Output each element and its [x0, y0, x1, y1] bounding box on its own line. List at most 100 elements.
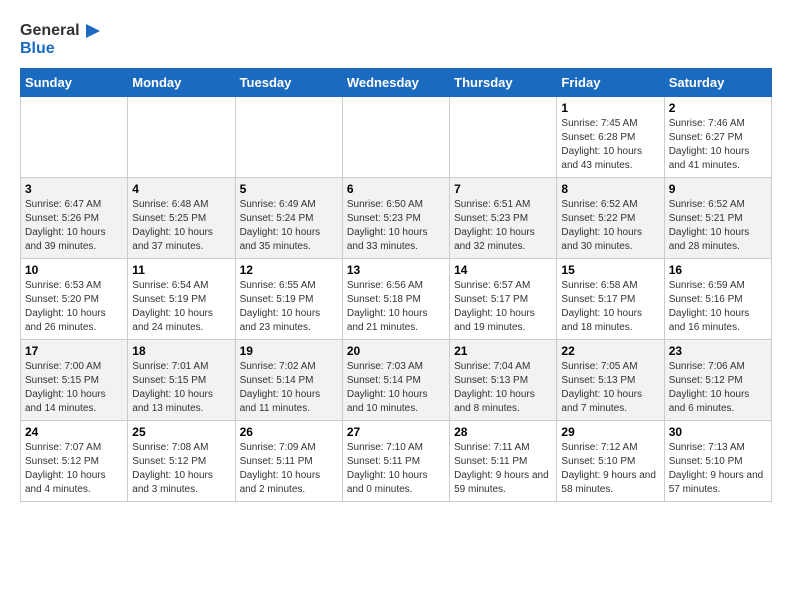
calendar-cell: 12 Sunrise: 6:55 AM Sunset: 5:19 PM Dayli…: [235, 258, 342, 339]
day-number: 20: [347, 344, 445, 358]
day-number: 2: [669, 101, 767, 115]
calendar-cell: 17 Sunrise: 7:00 AM Sunset: 5:15 PM Dayli…: [21, 339, 128, 420]
calendar-week-2: 3 Sunrise: 6:47 AM Sunset: 5:26 PM Daylig…: [21, 177, 772, 258]
calendar-cell: 4Sunrise: 6:48 AM Sunset: 5:25 PM Daylig…: [128, 177, 235, 258]
calendar-cell: [128, 96, 235, 177]
day-info: Sunrise: 7:00 AM Sunset: 5:15 PM Dayligh…: [25, 360, 123, 416]
day-info: Sunrise: 7:03 AM Sunset: 5:14 PM Dayligh…: [347, 360, 445, 416]
day-number: 25: [132, 425, 230, 439]
day-info: Sunrise: 7:45 AM Sunset: 6:28 PM Dayligh…: [561, 117, 659, 173]
day-number: 28: [454, 425, 552, 439]
logo-blue: Blue: [20, 40, 104, 58]
calendar-week-1: 1 Sunrise: 7:45 AM Sunset: 6:28 PM Daylig…: [21, 96, 772, 177]
day-info: Sunrise: 7:07 AM Sunset: 5:12 PM Dayligh…: [25, 441, 123, 497]
day-number: 13: [347, 263, 445, 277]
calendar-cell: 19 Sunrise: 7:02 AM Sunset: 5:14 PM Dayli…: [235, 339, 342, 420]
logo-triangle-icon: [82, 20, 104, 42]
calendar-cell: 23 Sunrise: 7:06 AM Sunset: 5:12 PM Dayli…: [664, 339, 771, 420]
calendar-header-row: SundayMondayTuesdayWednesdayThursdayFrid…: [21, 68, 772, 96]
day-info: Sunrise: 7:02 AM Sunset: 5:14 PM Dayligh…: [240, 360, 338, 416]
day-number: 9: [669, 182, 767, 196]
day-info: Sunrise: 7:08 AM Sunset: 5:12 PM Dayligh…: [132, 441, 230, 497]
day-number: 3: [25, 182, 123, 196]
day-number: 22: [561, 344, 659, 358]
day-info: Sunrise: 6:52 AM Sunset: 5:22 PM Dayligh…: [561, 198, 659, 254]
calendar-cell: 25 Sunrise: 7:08 AM Sunset: 5:12 PM Dayli…: [128, 420, 235, 501]
day-info: Sunrise: 7:12 AM Sunset: 5:10 PM Dayligh…: [561, 441, 659, 497]
day-info: Sunrise: 7:13 AM Sunset: 5:10 PM Dayligh…: [669, 441, 767, 497]
calendar-week-3: 10Sunrise: 6:53 AM Sunset: 5:20 PM Dayli…: [21, 258, 772, 339]
calendar-cell: 22 Sunrise: 7:05 AM Sunset: 5:13 PM Dayli…: [557, 339, 664, 420]
day-header-wednesday: Wednesday: [342, 68, 449, 96]
calendar-cell: [235, 96, 342, 177]
calendar-cell: 24 Sunrise: 7:07 AM Sunset: 5:12 PM Dayli…: [21, 420, 128, 501]
day-info: Sunrise: 6:47 AM Sunset: 5:26 PM Dayligh…: [25, 198, 123, 254]
day-info: Sunrise: 6:55 AM Sunset: 5:19 PM Dayligh…: [240, 279, 338, 335]
day-number: 16: [669, 263, 767, 277]
day-number: 4: [132, 182, 230, 196]
day-info: Sunrise: 7:10 AM Sunset: 5:11 PM Dayligh…: [347, 441, 445, 497]
calendar-cell: 20 Sunrise: 7:03 AM Sunset: 5:14 PM Dayli…: [342, 339, 449, 420]
calendar-cell: 30 Sunrise: 7:13 AM Sunset: 5:10 PM Dayli…: [664, 420, 771, 501]
day-number: 29: [561, 425, 659, 439]
calendar-cell: 11Sunrise: 6:54 AM Sunset: 5:19 PM Dayli…: [128, 258, 235, 339]
day-info: Sunrise: 6:54 AM Sunset: 5:19 PM Dayligh…: [132, 279, 230, 335]
day-number: 27: [347, 425, 445, 439]
day-header-saturday: Saturday: [664, 68, 771, 96]
day-info: Sunrise: 6:57 AM Sunset: 5:17 PM Dayligh…: [454, 279, 552, 335]
day-number: 24: [25, 425, 123, 439]
day-header-friday: Friday: [557, 68, 664, 96]
day-info: Sunrise: 6:52 AM Sunset: 5:21 PM Dayligh…: [669, 198, 767, 254]
calendar-cell: 9 Sunrise: 6:52 AM Sunset: 5:21 PM Daylig…: [664, 177, 771, 258]
day-number: 30: [669, 425, 767, 439]
day-info: Sunrise: 6:59 AM Sunset: 5:16 PM Dayligh…: [669, 279, 767, 335]
calendar-cell: 29 Sunrise: 7:12 AM Sunset: 5:10 PM Dayli…: [557, 420, 664, 501]
calendar-cell: 27 Sunrise: 7:10 AM Sunset: 5:11 PM Dayli…: [342, 420, 449, 501]
calendar-cell: 13 Sunrise: 6:56 AM Sunset: 5:18 PM Dayli…: [342, 258, 449, 339]
day-info: Sunrise: 7:05 AM Sunset: 5:13 PM Dayligh…: [561, 360, 659, 416]
calendar-cell: [342, 96, 449, 177]
day-number: 26: [240, 425, 338, 439]
day-info: Sunrise: 7:46 AM Sunset: 6:27 PM Dayligh…: [669, 117, 767, 173]
day-number: 6: [347, 182, 445, 196]
day-number: 8: [561, 182, 659, 196]
day-number: 1: [561, 101, 659, 115]
calendar-cell: 10Sunrise: 6:53 AM Sunset: 5:20 PM Dayli…: [21, 258, 128, 339]
day-number: 18: [132, 344, 230, 358]
day-number: 15: [561, 263, 659, 277]
calendar-cell: 1 Sunrise: 7:45 AM Sunset: 6:28 PM Daylig…: [557, 96, 664, 177]
calendar-cell: [21, 96, 128, 177]
calendar-cell: 2 Sunrise: 7:46 AM Sunset: 6:27 PM Daylig…: [664, 96, 771, 177]
day-number: 17: [25, 344, 123, 358]
day-number: 7: [454, 182, 552, 196]
logo: General Blue: [20, 20, 104, 58]
calendar-cell: 3 Sunrise: 6:47 AM Sunset: 5:26 PM Daylig…: [21, 177, 128, 258]
day-info: Sunrise: 6:50 AM Sunset: 5:23 PM Dayligh…: [347, 198, 445, 254]
calendar-cell: 14Sunrise: 6:57 AM Sunset: 5:17 PM Dayli…: [450, 258, 557, 339]
calendar-cell: 21Sunrise: 7:04 AM Sunset: 5:13 PM Dayli…: [450, 339, 557, 420]
calendar-cell: 15 Sunrise: 6:58 AM Sunset: 5:17 PM Dayli…: [557, 258, 664, 339]
day-number: 23: [669, 344, 767, 358]
page-header: General Blue: [20, 20, 772, 58]
day-info: Sunrise: 6:58 AM Sunset: 5:17 PM Dayligh…: [561, 279, 659, 335]
day-info: Sunrise: 6:51 AM Sunset: 5:23 PM Dayligh…: [454, 198, 552, 254]
day-number: 19: [240, 344, 338, 358]
calendar-cell: 26 Sunrise: 7:09 AM Sunset: 5:11 PM Dayli…: [235, 420, 342, 501]
calendar-week-5: 24 Sunrise: 7:07 AM Sunset: 5:12 PM Dayli…: [21, 420, 772, 501]
day-info: Sunrise: 7:09 AM Sunset: 5:11 PM Dayligh…: [240, 441, 338, 497]
calendar-cell: [450, 96, 557, 177]
logo-general: General: [20, 22, 80, 40]
day-number: 21: [454, 344, 552, 358]
day-info: Sunrise: 7:06 AM Sunset: 5:12 PM Dayligh…: [669, 360, 767, 416]
calendar-cell: 18Sunrise: 7:01 AM Sunset: 5:15 PM Dayli…: [128, 339, 235, 420]
calendar-cell: 5Sunrise: 6:49 AM Sunset: 5:24 PM Daylig…: [235, 177, 342, 258]
calendar-cell: 8 Sunrise: 6:52 AM Sunset: 5:22 PM Daylig…: [557, 177, 664, 258]
day-info: Sunrise: 6:56 AM Sunset: 5:18 PM Dayligh…: [347, 279, 445, 335]
day-header-monday: Monday: [128, 68, 235, 96]
calendar-cell: 16 Sunrise: 6:59 AM Sunset: 5:16 PM Dayli…: [664, 258, 771, 339]
calendar-cell: 6 Sunrise: 6:50 AM Sunset: 5:23 PM Daylig…: [342, 177, 449, 258]
day-header-thursday: Thursday: [450, 68, 557, 96]
day-number: 12: [240, 263, 338, 277]
day-header-sunday: Sunday: [21, 68, 128, 96]
calendar-week-4: 17 Sunrise: 7:00 AM Sunset: 5:15 PM Dayli…: [21, 339, 772, 420]
